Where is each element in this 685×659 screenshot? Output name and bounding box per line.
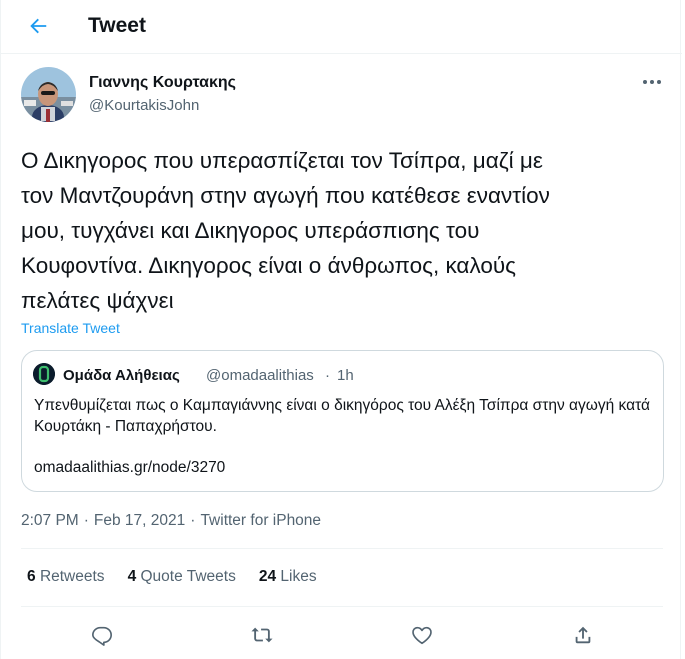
back-button[interactable] bbox=[21, 11, 55, 41]
quoted-tweet[interactable]: Ομάδα Αλήθειας @omadaalithias · 1h Υπενθ… bbox=[21, 350, 664, 492]
more-options-button[interactable] bbox=[637, 70, 667, 94]
share-button[interactable] bbox=[568, 620, 598, 650]
divider bbox=[21, 606, 663, 607]
likes-label: Likes bbox=[280, 568, 317, 585]
quote-link: omadaalithias.gr/node/3270 bbox=[34, 459, 226, 476]
quotes-count: 4 bbox=[127, 568, 137, 585]
tweet-detail-column: Tweet Γιαννης Κουρτακης @KourtakisJohn Ο… bbox=[0, 0, 682, 659]
omada-logo-icon bbox=[33, 363, 55, 385]
tweet-stats: 6 Retweets 4 Quote Tweets 24 Likes bbox=[27, 568, 317, 586]
meta-separator: · bbox=[190, 512, 196, 529]
action-bar bbox=[1, 620, 682, 650]
like-icon bbox=[412, 626, 432, 645]
reply-icon bbox=[92, 626, 112, 646]
page-header: Tweet bbox=[1, 0, 682, 54]
page-title: Tweet bbox=[88, 14, 146, 37]
retweet-button[interactable] bbox=[247, 620, 277, 650]
more-dot-icon bbox=[650, 80, 654, 84]
tweet-date[interactable]: Feb 17, 2021 bbox=[94, 512, 185, 530]
quote-separator: · bbox=[325, 367, 330, 384]
share-icon bbox=[575, 626, 591, 644]
quote-tweets-stat[interactable]: 4 Quote Tweets bbox=[128, 568, 236, 586]
quote-timestamp: 1h bbox=[337, 367, 354, 384]
quotes-label: Quote Tweets bbox=[140, 568, 236, 585]
divider bbox=[21, 548, 663, 549]
quote-author-name: Ομάδα Αλήθειας bbox=[63, 367, 180, 384]
retweets-count: 6 bbox=[27, 568, 36, 585]
tweet-source[interactable]: Twitter for iPhone bbox=[200, 512, 321, 530]
like-button[interactable] bbox=[407, 620, 437, 650]
retweets-label: Retweets bbox=[39, 568, 105, 585]
author-avatar[interactable] bbox=[21, 67, 76, 122]
author-name[interactable]: Γιαννης Κουρτακης bbox=[89, 74, 236, 92]
profile-photo bbox=[21, 67, 76, 122]
retweet-icon bbox=[251, 627, 273, 643]
quote-avatar bbox=[33, 363, 55, 385]
more-dot-icon bbox=[657, 80, 661, 84]
reply-button[interactable] bbox=[87, 620, 117, 650]
tweet-text: Ο Δικηγορος που υπερασπίζεται τον Τσίπρα… bbox=[21, 148, 550, 313]
retweets-stat[interactable]: 6 Retweets bbox=[27, 568, 105, 586]
quote-author-handle: @omadaalithias bbox=[206, 367, 314, 384]
meta-separator: · bbox=[83, 512, 89, 529]
likes-stat[interactable]: 24 Likes bbox=[259, 568, 317, 586]
tweet-meta: 2:07 PM · Feb 17, 2021 · Twitter for iPh… bbox=[21, 512, 321, 530]
likes-count: 24 bbox=[258, 568, 277, 585]
more-dot-icon bbox=[643, 80, 647, 84]
author-handle[interactable]: @KourtakisJohn bbox=[89, 97, 199, 114]
tweet-time[interactable]: 2:07 PM bbox=[21, 512, 79, 530]
quote-text: Υπενθυμίζεται πως ο Καμπαγιάννης είναι ο… bbox=[34, 397, 650, 435]
arrow-left-icon bbox=[30, 18, 47, 34]
translate-tweet-link[interactable]: Translate Tweet bbox=[21, 320, 120, 336]
